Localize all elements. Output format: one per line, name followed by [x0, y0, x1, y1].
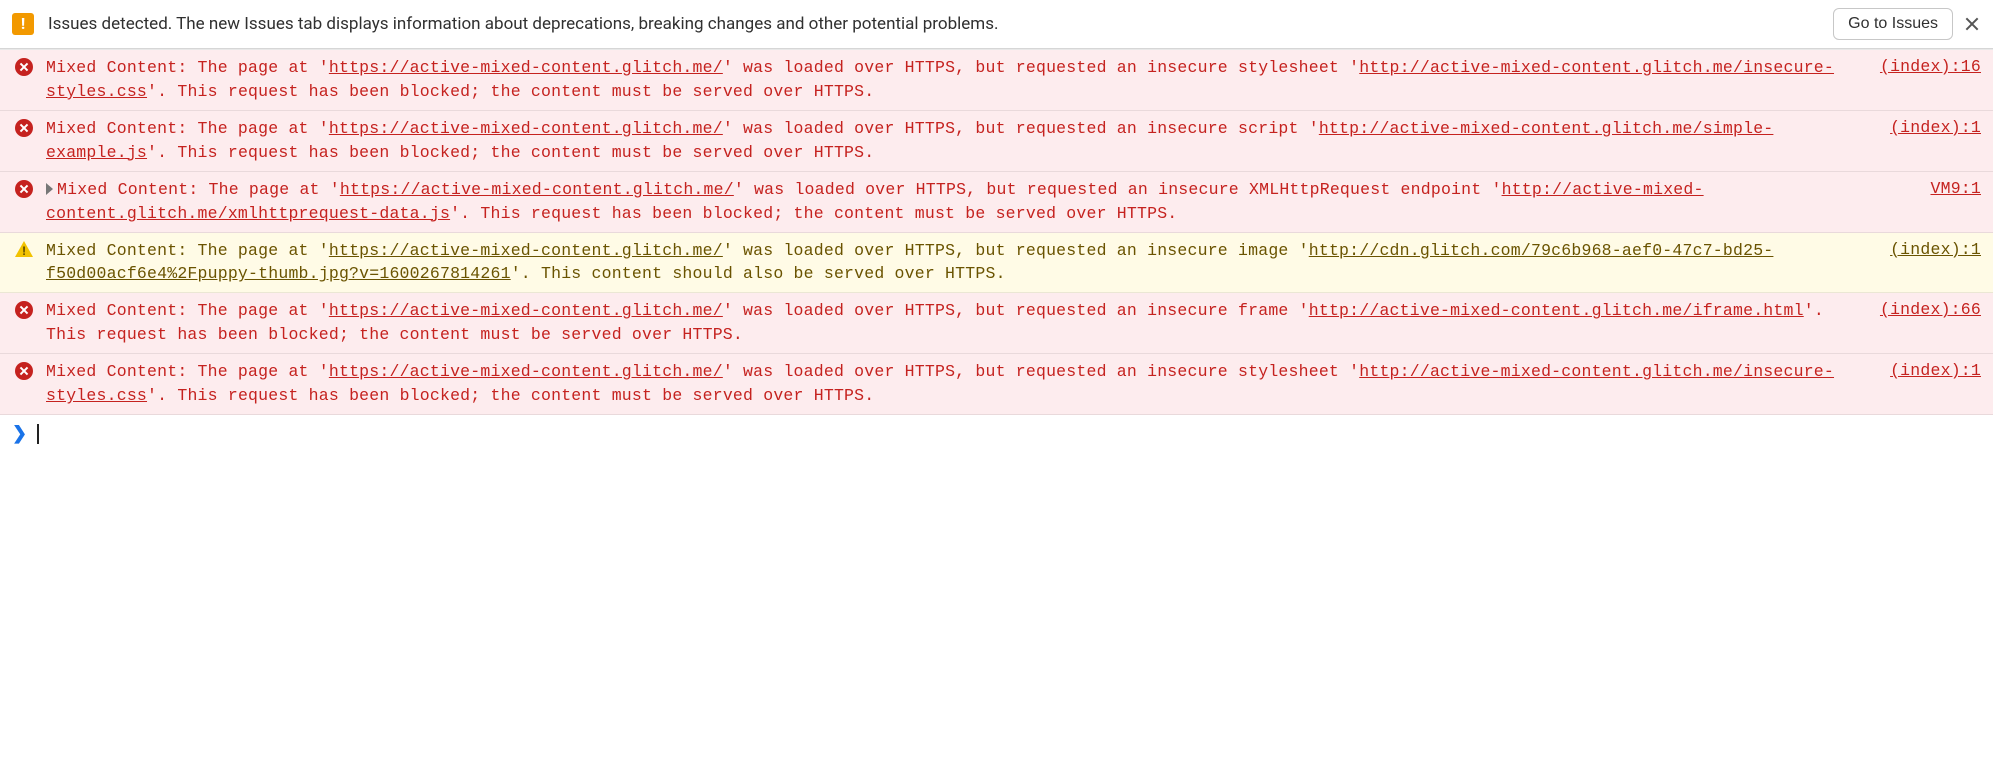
error-icon [8, 56, 40, 76]
page-url-link[interactable]: https://active-mixed-content.glitch.me/ [329, 362, 723, 381]
console-messages: Mixed Content: The page at 'https://acti… [0, 49, 1993, 415]
page-url-link[interactable]: https://active-mixed-content.glitch.me/ [329, 301, 723, 320]
page-url-link[interactable]: https://active-mixed-content.glitch.me/ [329, 119, 723, 138]
console-message: Mixed Content: The page at 'https://acti… [46, 239, 1884, 287]
message-text: ' was loaded over HTTPS, but requested a… [723, 119, 1319, 138]
message-text: '. This request has been blocked; the co… [147, 386, 874, 405]
message-text: Mixed Content: The page at ' [46, 241, 329, 260]
console-message: Mixed Content: The page at 'https://acti… [46, 56, 1874, 104]
issues-icon [12, 13, 34, 35]
source-link[interactable]: VM9:1 [1930, 178, 1981, 198]
page-url-link[interactable]: https://active-mixed-content.glitch.me/ [340, 180, 734, 199]
resource-url-link[interactable]: http://active-mixed-content.glitch.me/if… [1309, 301, 1804, 320]
message-text: '. This request has been blocked; the co… [147, 82, 874, 101]
message-text: ' was loaded over HTTPS, but requested a… [723, 58, 1359, 77]
message-text: '. This request has been blocked; the co… [450, 204, 1177, 223]
message-text: ' was loaded over HTTPS, but requested a… [734, 180, 1502, 199]
page-url-link[interactable]: https://active-mixed-content.glitch.me/ [329, 241, 723, 260]
source-link[interactable]: (index):1 [1890, 117, 1981, 137]
message-text: Mixed Content: The page at ' [46, 119, 329, 138]
warning-icon [8, 239, 40, 257]
prompt-cursor [37, 424, 39, 444]
page-url-link[interactable]: https://active-mixed-content.glitch.me/ [329, 58, 723, 77]
go-to-issues-button[interactable]: Go to Issues [1833, 8, 1953, 40]
message-text: Mixed Content: The page at ' [46, 58, 329, 77]
error-icon [8, 360, 40, 380]
issues-actions: Go to Issues [1833, 8, 1981, 40]
console-message: Mixed Content: The page at 'https://acti… [46, 360, 1884, 408]
prompt-caret-icon: ❯ [12, 423, 27, 444]
source-link[interactable]: (index):1 [1890, 360, 1981, 380]
error-icon [8, 117, 40, 137]
console-prompt[interactable]: ❯ [0, 415, 1993, 452]
message-text: ' was loaded over HTTPS, but requested a… [723, 301, 1309, 320]
close-icon[interactable] [1963, 15, 1981, 33]
message-text: ' was loaded over HTTPS, but requested a… [723, 362, 1359, 381]
issues-text: Issues detected. The new Issues tab disp… [48, 14, 1819, 34]
console-row: Mixed Content: The page at 'https://acti… [0, 50, 1993, 111]
message-text: Mixed Content: The page at ' [46, 362, 329, 381]
source-link[interactable]: (index):16 [1880, 56, 1981, 76]
console-row: Mixed Content: The page at 'https://acti… [0, 293, 1993, 354]
console-row: Mixed Content: The page at 'https://acti… [0, 172, 1993, 233]
console-row: Mixed Content: The page at 'https://acti… [0, 233, 1993, 294]
message-text: Mixed Content: The page at ' [57, 180, 340, 199]
console-message: Mixed Content: The page at 'https://acti… [46, 178, 1924, 226]
source-link[interactable]: (index):1 [1890, 239, 1981, 259]
message-text: '. This content should also be served ov… [511, 264, 1006, 283]
message-text: '. This request has been blocked; the co… [147, 143, 874, 162]
console-row: Mixed Content: The page at 'https://acti… [0, 111, 1993, 172]
source-link[interactable]: (index):66 [1880, 299, 1981, 319]
console-row: Mixed Content: The page at 'https://acti… [0, 354, 1993, 415]
message-text: ' was loaded over HTTPS, but requested a… [723, 241, 1309, 260]
error-icon [8, 178, 40, 198]
console-message: Mixed Content: The page at 'https://acti… [46, 117, 1884, 165]
console-message: Mixed Content: The page at 'https://acti… [46, 299, 1874, 347]
message-text: Mixed Content: The page at ' [46, 301, 329, 320]
issues-bar: Issues detected. The new Issues tab disp… [0, 0, 1993, 49]
error-icon [8, 299, 40, 319]
expand-caret-icon[interactable] [46, 183, 53, 195]
